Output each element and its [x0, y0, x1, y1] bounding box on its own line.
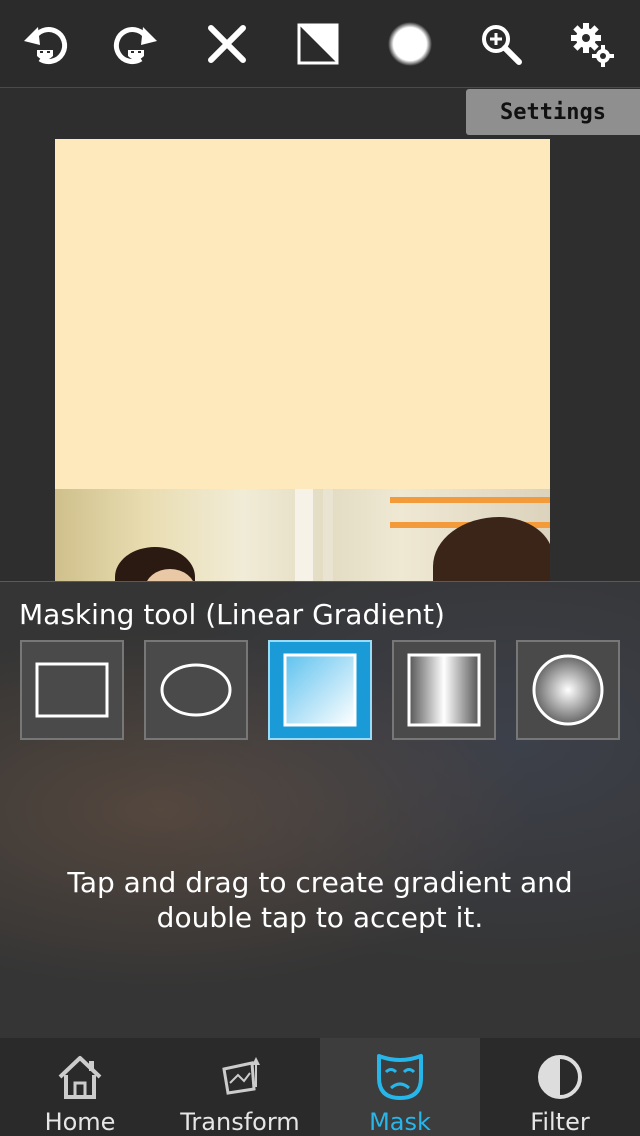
mask-tool-list: [20, 640, 622, 740]
settings-button[interactable]: [562, 14, 622, 74]
tab-transform-label: Transform: [180, 1108, 300, 1136]
tab-mask[interactable]: Mask: [320, 1038, 480, 1136]
bottom-tab-bar: Home Transform Mask Filter: [0, 1038, 640, 1136]
undo-button[interactable]: [15, 14, 75, 74]
rectangle-icon: [35, 662, 109, 718]
filter-icon: [538, 1055, 582, 1099]
home-icon: [58, 1056, 102, 1099]
instruction-line-1: Tap and drag to create gradient and: [67, 866, 573, 899]
ellipse-icon: [160, 663, 232, 717]
settings-gears-icon: [571, 23, 614, 67]
instruction-line-2: double tap to accept it.: [156, 901, 484, 934]
close-icon: [208, 25, 246, 63]
brush-softness-button[interactable]: [380, 14, 440, 74]
redo-icon: [113, 27, 157, 64]
top-toolbar: [0, 0, 640, 88]
cancel-button[interactable]: [197, 14, 257, 74]
linear-gradient-tool[interactable]: [268, 640, 372, 740]
mirrored-gradient-tool[interactable]: [392, 640, 496, 740]
radial-gradient-tool[interactable]: [516, 640, 620, 740]
panel-title: Masking tool (Linear Gradient): [19, 598, 445, 631]
photo-image: [55, 489, 550, 581]
tab-home-label: Home: [44, 1108, 116, 1136]
zoom-button[interactable]: [471, 14, 531, 74]
masking-tool-panel: Masking tool (Linear Gradient) Tap and d…: [0, 581, 640, 1038]
instruction-text: Tap and drag to create gradient and doub…: [0, 865, 640, 935]
invert-mask-button[interactable]: [288, 14, 348, 74]
brush-softness-icon: [388, 22, 432, 66]
undo-icon: [24, 27, 68, 64]
image-canvas[interactable]: [55, 139, 550, 581]
radial-gradient-icon: [532, 654, 604, 726]
mask-icon: [377, 1054, 423, 1100]
transform-icon: [222, 1057, 260, 1095]
mirrored-gradient-icon: [407, 653, 481, 727]
redo-button[interactable]: [106, 14, 166, 74]
invert-mask-icon: [297, 23, 339, 65]
tab-filter[interactable]: Filter: [480, 1038, 640, 1136]
tab-mask-label: Mask: [369, 1108, 431, 1136]
zoom-icon: [482, 25, 522, 65]
ellipse-mask-tool[interactable]: [144, 640, 248, 740]
linear-gradient-icon: [283, 653, 357, 727]
rectangle-mask-tool[interactable]: [20, 640, 124, 740]
tab-home[interactable]: Home: [0, 1038, 160, 1136]
mask-overlay: [55, 139, 550, 489]
tab-transform[interactable]: Transform: [160, 1038, 320, 1136]
tab-filter-label: Filter: [530, 1108, 590, 1136]
settings-tooltip[interactable]: Settings: [466, 89, 640, 135]
